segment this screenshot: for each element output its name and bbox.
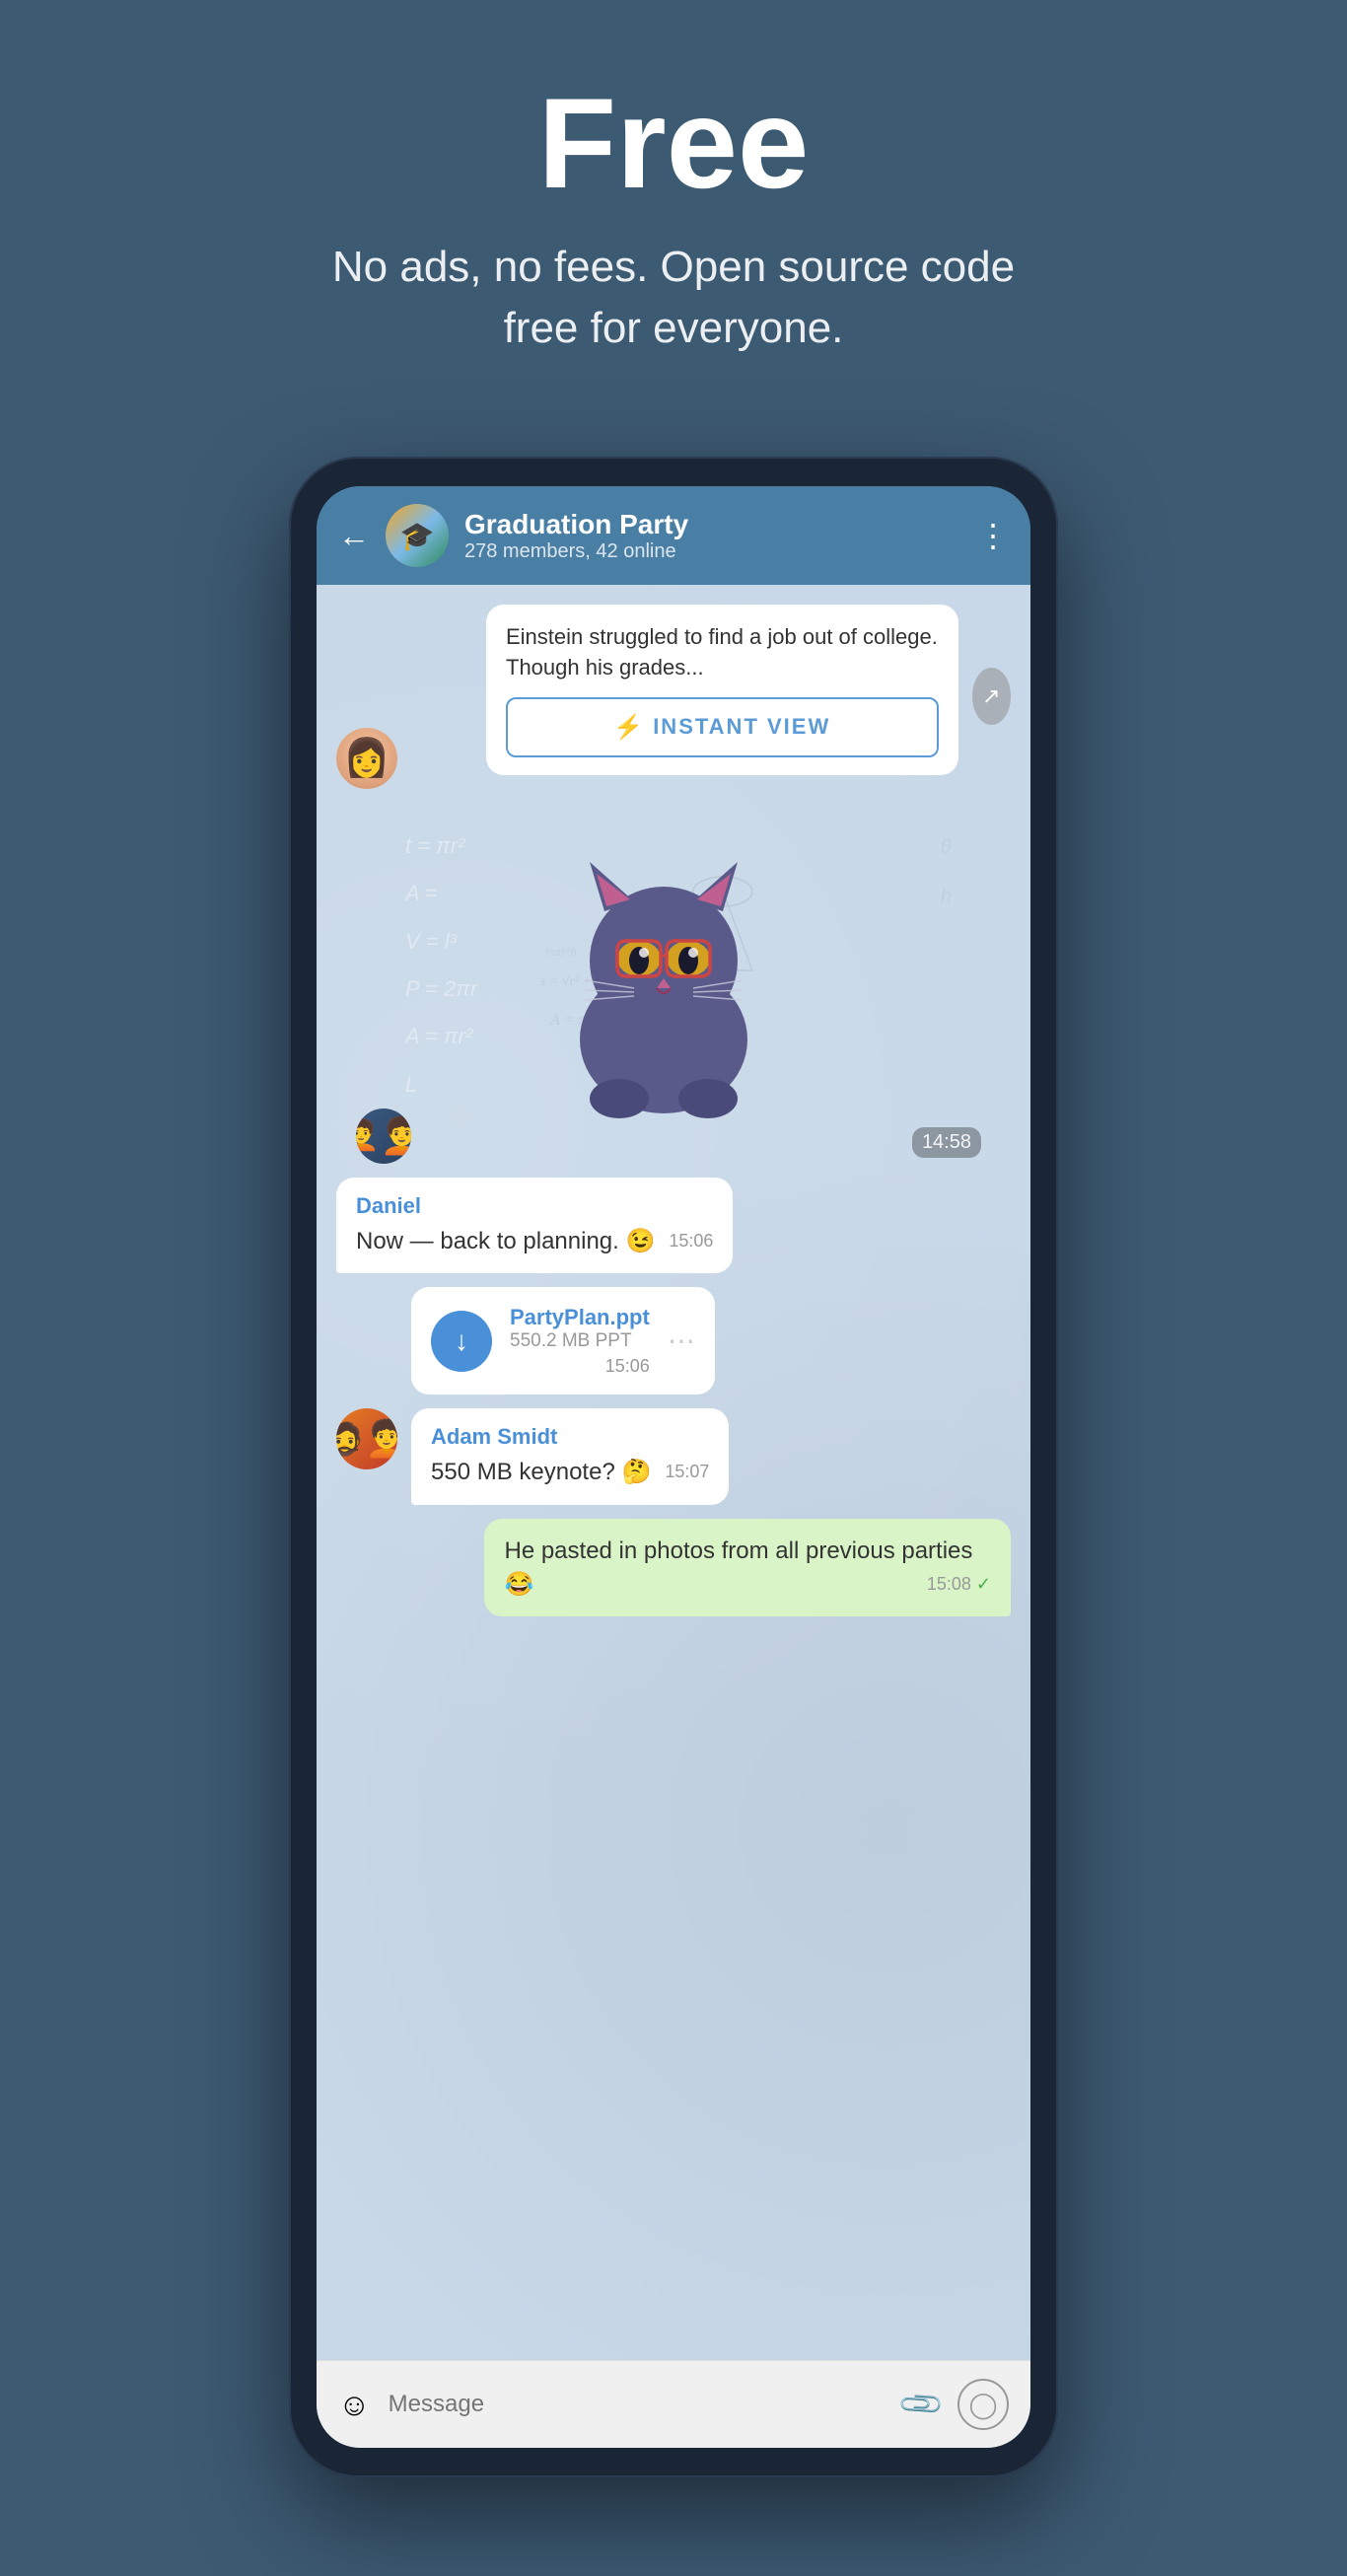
emoji-button[interactable]: ☺ bbox=[338, 2387, 371, 2423]
download-button[interactable]: ↓ bbox=[431, 1311, 492, 1372]
back-button[interactable]: ← bbox=[338, 518, 370, 554]
menu-button[interactable]: ⋮ bbox=[977, 517, 1009, 554]
file-info: PartyPlan.ppt 550.2 MB PPT 15:06 bbox=[510, 1305, 650, 1377]
adam-message: Adam Smidt 550 MB keynote? 🤔 15:07 bbox=[411, 1408, 729, 1505]
user-avatar-girl bbox=[336, 728, 397, 789]
group-members: 278 members, 42 online bbox=[464, 540, 961, 563]
instant-view-text: Einstein struggled to find a job out of … bbox=[506, 622, 939, 683]
file-more-button[interactable]: ⋯ bbox=[668, 1324, 695, 1357]
instant-view-button[interactable]: ⚡ INSTANT VIEW bbox=[506, 697, 939, 757]
phone-outer: ← 🎓 Graduation Party 278 members, 42 onl… bbox=[289, 457, 1058, 2477]
group-avatar: 🎓 bbox=[386, 504, 449, 567]
file-message: ↓ PartyPlan.ppt 550.2 MB PPT 15:06 ⋯ bbox=[411, 1287, 715, 1395]
phone-screen: ← 🎓 Graduation Party 278 members, 42 onl… bbox=[317, 486, 1030, 2448]
camera-button[interactable]: ◯ bbox=[957, 2379, 1009, 2430]
math-right: θh bbox=[941, 823, 952, 921]
sticker-area: t = πr² A = V = l³ P = 2πr A = πr² L bbox=[336, 803, 1011, 1178]
instant-view-row: Einstein struggled to find a job out of … bbox=[336, 605, 1011, 789]
daniel-sender: Daniel bbox=[356, 1193, 713, 1219]
instant-view-message: Einstein struggled to find a job out of … bbox=[486, 605, 958, 775]
chat-header: ← 🎓 Graduation Party 278 members, 42 onl… bbox=[317, 486, 1030, 585]
chat-area: Einstein struggled to find a job out of … bbox=[317, 585, 1030, 2360]
file-message-row: ↓ PartyPlan.ppt 550.2 MB PPT 15:06 ⋯ bbox=[336, 1287, 1011, 1395]
daniel-text: Now — back to planning. 😉 15:06 bbox=[356, 1225, 713, 1258]
svg-text:⅓πr²h: ⅓πr²h bbox=[545, 944, 577, 959]
cat-sticker: h s s = √r² + h² A = πr² + πrs ⅓πr²h bbox=[526, 832, 821, 1148]
daniel-time: 15:06 bbox=[669, 1229, 713, 1253]
message-input-area: ☺ 📎 ◯ bbox=[317, 2360, 1030, 2448]
share-button[interactable]: ↗ bbox=[972, 668, 1011, 725]
group-info: Graduation Party 278 members, 42 online bbox=[464, 509, 961, 563]
hero-subtitle: No ads, no fees. Open source code free f… bbox=[328, 237, 1019, 358]
adam-time: 15:07 bbox=[665, 1460, 709, 1484]
file-size: 550.2 MB PPT bbox=[510, 1330, 650, 1352]
hero-title: Free bbox=[39, 79, 1308, 207]
outgoing-message-row: He pasted in photos from all previous pa… bbox=[336, 1519, 1011, 1616]
sticker-time: 14:58 bbox=[912, 1127, 981, 1158]
adam-sender: Adam Smidt bbox=[431, 1424, 709, 1450]
camera-icon: ◯ bbox=[968, 2390, 997, 2420]
outgoing-text: He pasted in photos from all previous pa… bbox=[504, 1535, 991, 1601]
daniel-message-row: Daniel Now — back to planning. 😉 15:06 bbox=[336, 1178, 1011, 1274]
file-time: 15:06 bbox=[605, 1356, 650, 1377]
message-input[interactable] bbox=[389, 2391, 886, 2418]
math-background: t = πr² A = V = l³ P = 2πr A = πr² L bbox=[386, 803, 497, 1128]
sticker-avatar: 🧑‍🦱 bbox=[356, 1109, 411, 1164]
daniel-message: Daniel Now — back to planning. 😉 15:06 bbox=[336, 1178, 733, 1274]
lightning-icon: ⚡ bbox=[613, 713, 643, 742]
adam-avatar: 🧔 bbox=[336, 1408, 397, 1469]
adam-text: 550 MB keynote? 🤔 15:07 bbox=[431, 1456, 709, 1489]
outgoing-message: He pasted in photos from all previous pa… bbox=[484, 1519, 1011, 1616]
hero-section: Free No ads, no fees. Open source code f… bbox=[0, 0, 1347, 417]
adam-message-row: 🧔 Adam Smidt 550 MB keynote? 🤔 15:07 bbox=[336, 1408, 1011, 1505]
outgoing-time: 15:08 ✓ bbox=[927, 1572, 991, 1597]
attach-button[interactable]: 📎 bbox=[896, 2380, 947, 2430]
file-name: PartyPlan.ppt bbox=[510, 1305, 650, 1330]
phone-mockup: ← 🎓 Graduation Party 278 members, 42 onl… bbox=[289, 457, 1058, 2477]
instant-view-label: INSTANT VIEW bbox=[653, 714, 830, 740]
group-name: Graduation Party bbox=[464, 509, 961, 540]
